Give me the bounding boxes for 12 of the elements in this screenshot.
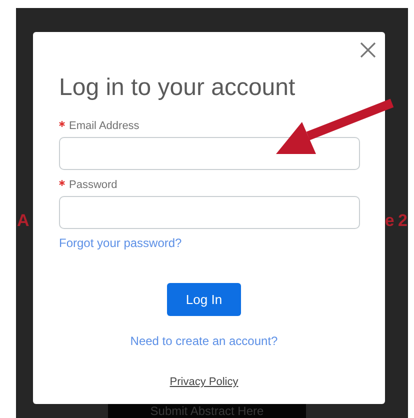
forgot-password-link[interactable]: Forgot your password? bbox=[59, 236, 182, 250]
login-button[interactable]: Log In bbox=[167, 283, 241, 316]
close-icon[interactable] bbox=[360, 42, 376, 58]
input-field[interactable] bbox=[59, 196, 360, 229]
create-account-link[interactable]: Need to create an account? bbox=[130, 334, 278, 348]
field-label: Email Address bbox=[69, 120, 140, 133]
privacy-policy-link[interactable]: Privacy Policy bbox=[170, 375, 238, 389]
field-label: Password bbox=[69, 179, 118, 192]
input-field[interactable] bbox=[59, 137, 360, 170]
heading-text: A bbox=[17, 210, 29, 232]
heading-text: e 2 bbox=[384, 210, 407, 232]
dialog-title: Log in to your account bbox=[59, 73, 296, 103]
